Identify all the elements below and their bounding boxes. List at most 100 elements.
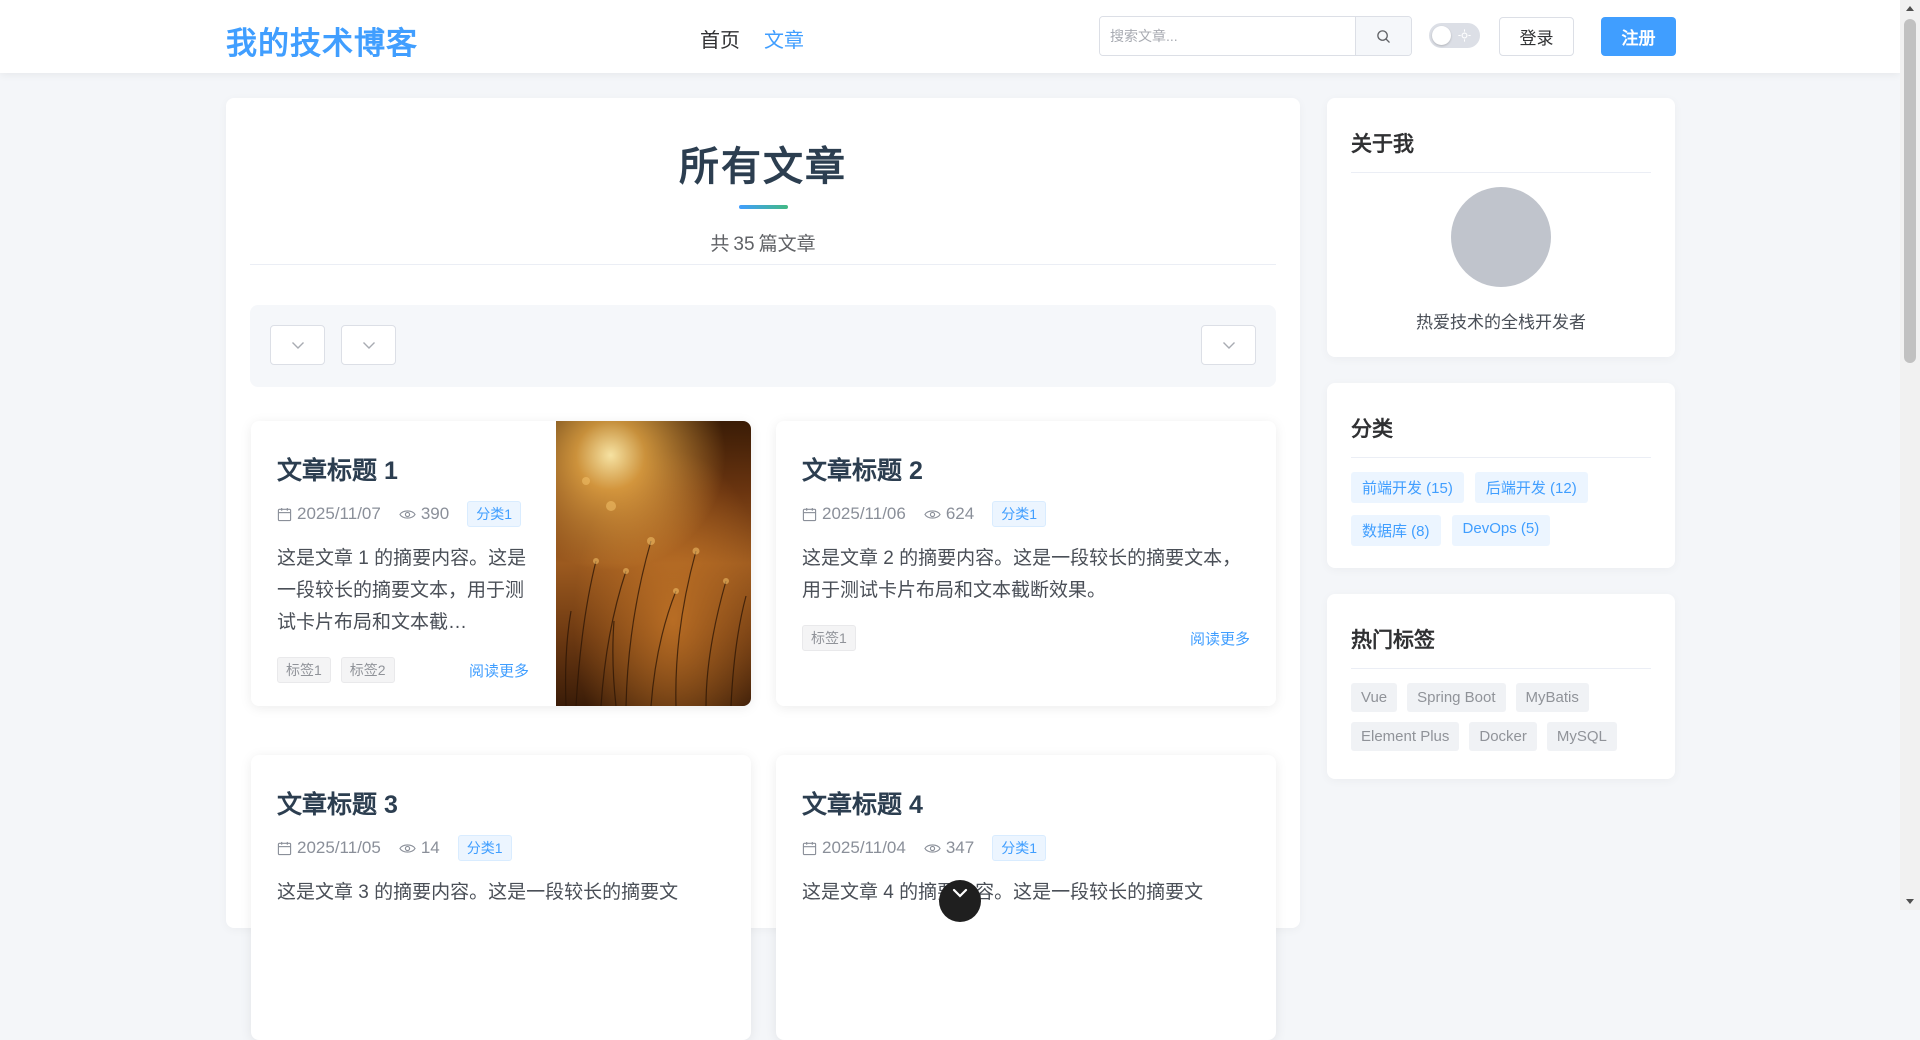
nav-articles[interactable]: 文章 <box>764 24 804 53</box>
views-meta: 390 <box>399 504 449 524</box>
category-filter-select[interactable] <box>270 325 325 365</box>
page-scrollbar[interactable] <box>1900 0 1920 910</box>
chevron-down-icon <box>952 888 968 898</box>
article-tag[interactable]: 标签1 <box>277 657 331 683</box>
category-chip[interactable]: 数据库 (8) <box>1351 515 1441 546</box>
article-title[interactable]: 文章标题 2 <box>802 451 1250 487</box>
article-tag[interactable]: 标签2 <box>340 657 395 683</box>
category-tag[interactable]: 分类1 <box>467 501 521 527</box>
article-date: 2025/11/06 <box>822 504 906 523</box>
article-meta: 2025/11/05 14 分类1 <box>277 835 725 861</box>
category-tag[interactable]: 分类1 <box>992 501 1046 527</box>
grass-silhouette <box>564 477 747 706</box>
author-bio: 热爱技术的全栈开发者 <box>1416 313 1586 332</box>
category-tag[interactable]: 分类1 <box>457 835 512 861</box>
hot-tag-chip[interactable]: Vue <box>1351 683 1398 712</box>
back-to-top-button[interactable] <box>939 880 981 922</box>
about-title: 关于我 <box>1351 128 1651 173</box>
hot-tags-widget: 热门标签 Vue Spring Boot MyBatis Element Plu… <box>1327 594 1675 779</box>
caret-down-icon <box>1906 899 1914 904</box>
count-suffix: 篇文章 <box>758 234 816 255</box>
search-icon <box>1377 29 1390 43</box>
article-meta: 2025/11/07 390 分类1 <box>277 501 529 527</box>
hot-tags-title: 热门标签 <box>1351 624 1651 669</box>
article-excerpt: 这是文章 1 的摘要内容。这是一段较长的摘要文本，用于测试卡片布局和文本截… <box>277 548 527 633</box>
category-chip[interactable]: DevOps (5) <box>1451 515 1551 546</box>
article-cover-image[interactable] <box>556 421 751 706</box>
tag-filter-select[interactable] <box>341 325 396 365</box>
hot-tag-list: Vue Spring Boot MyBatis Element Plus Doc… <box>1351 683 1655 751</box>
read-more-link[interactable]: 阅读更多 <box>1190 628 1250 649</box>
card-body: 文章标题 2 2025/11/06 624 分类1 这是文章 2 的摘要内容。这… <box>802 451 1250 651</box>
tag-list: 标签1 <box>802 625 856 651</box>
article-card[interactable]: 文章标题 3 2025/11/05 14 分类1 这是文章 3 的摘要内容。这是… <box>251 755 751 1040</box>
search-button[interactable] <box>1355 17 1411 55</box>
article-card[interactable]: 文章标题 4 2025/11/04 347 分类1 这是文章 4 的摘要内容。这… <box>776 755 1276 1040</box>
date-meta: 2025/11/05 <box>277 838 381 858</box>
article-excerpt: 这是文章 4 的摘要内容。这是一段较长的摘要文 <box>802 882 1204 903</box>
article-card[interactable]: 文章标题 1 2025/11/07 390 分类1 这是文章 1 的摘要内容。这… <box>251 421 751 706</box>
scroll-down-arrow[interactable] <box>1900 893 1920 910</box>
filter-bar <box>250 305 1276 387</box>
eye-icon <box>924 843 941 853</box>
nav-home[interactable]: 首页 <box>700 24 740 53</box>
categories-widget: 分类 前端开发 (15) 后端开发 (12) 数据库 (8) DevOps (5… <box>1327 383 1675 568</box>
calendar-icon <box>802 507 817 521</box>
views-meta: 14 <box>399 838 440 858</box>
article-title[interactable]: 文章标题 3 <box>277 785 725 821</box>
hot-tag-chip[interactable]: Element Plus <box>1351 722 1460 751</box>
about-widget: 关于我 热爱技术的全栈开发者 <box>1327 98 1675 357</box>
article-views: 347 <box>945 838 975 857</box>
avatar <box>1451 187 1551 287</box>
date-meta: 2025/11/06 <box>802 504 906 524</box>
article-meta: 2025/11/04 347 分类1 <box>802 835 1250 861</box>
date-meta: 2025/11/07 <box>277 504 381 524</box>
login-button[interactable]: 登录 <box>1499 17 1574 56</box>
chevron-down-icon <box>291 341 304 349</box>
article-excerpt: 这是文章 2 的摘要内容。这是一段较长的摘要文本，用于测试卡片布局和文本截断效果… <box>802 548 1242 601</box>
views-meta: 347 <box>924 838 974 858</box>
toggle-knob <box>1432 26 1451 45</box>
search-input[interactable] <box>1100 17 1355 55</box>
count-number: 35 <box>733 234 755 255</box>
hot-tag-chip[interactable]: Docker <box>1469 722 1537 751</box>
article-date: 2025/11/05 <box>297 838 381 857</box>
hot-tag-chip[interactable]: MyBatis <box>1515 683 1589 712</box>
sort-select[interactable] <box>1201 325 1256 365</box>
article-title[interactable]: 文章标题 4 <box>802 785 1250 821</box>
card-footer: 标签1 标签2 阅读更多 <box>277 657 529 683</box>
eye-icon <box>399 843 416 853</box>
article-views: 14 <box>420 838 440 857</box>
chevron-down-icon <box>362 341 375 349</box>
page-title: 所有文章 <box>679 145 847 189</box>
theme-toggle[interactable] <box>1429 23 1480 48</box>
calendar-icon <box>802 841 817 855</box>
category-chip[interactable]: 后端开发 (12) <box>1474 472 1588 503</box>
main-nav: 首页 文章 <box>700 24 804 53</box>
calendar-icon <box>277 841 292 855</box>
card-body: 文章标题 1 2025/11/07 390 分类1 这是文章 1 的摘要内容。这… <box>277 451 529 683</box>
count-prefix: 共 <box>710 234 730 255</box>
site-logo[interactable]: 我的技术博客 <box>226 18 418 63</box>
article-views: 390 <box>420 504 450 523</box>
category-tag[interactable]: 分类1 <box>992 835 1046 861</box>
chevron-down-icon <box>1222 341 1235 349</box>
card-body: 文章标题 4 2025/11/04 347 分类1 这是文章 4 的摘要内容。这… <box>802 785 1250 909</box>
article-date: 2025/11/07 <box>297 504 381 523</box>
scrollbar-thumb[interactable] <box>1904 19 1916 363</box>
register-button[interactable]: 注册 <box>1601 17 1676 56</box>
read-more-link[interactable]: 阅读更多 <box>469 660 529 681</box>
scroll-up-arrow[interactable] <box>1900 0 1920 17</box>
hot-tag-chip[interactable]: MySQL <box>1546 722 1617 751</box>
tag-list: 标签1 标签2 <box>277 657 395 683</box>
article-title[interactable]: 文章标题 1 <box>277 451 529 487</box>
caret-up-icon <box>1906 6 1914 11</box>
category-chip[interactable]: 前端开发 (15) <box>1351 472 1464 503</box>
date-meta: 2025/11/04 <box>802 838 906 858</box>
article-tag[interactable]: 标签1 <box>802 625 856 651</box>
article-card[interactable]: 文章标题 2 2025/11/06 624 分类1 这是文章 2 的摘要内容。这… <box>776 421 1276 706</box>
search-box <box>1099 16 1412 56</box>
hot-tag-chip[interactable]: Spring Boot <box>1407 683 1506 712</box>
title-underline <box>738 205 788 209</box>
article-date: 2025/11/04 <box>822 838 906 857</box>
